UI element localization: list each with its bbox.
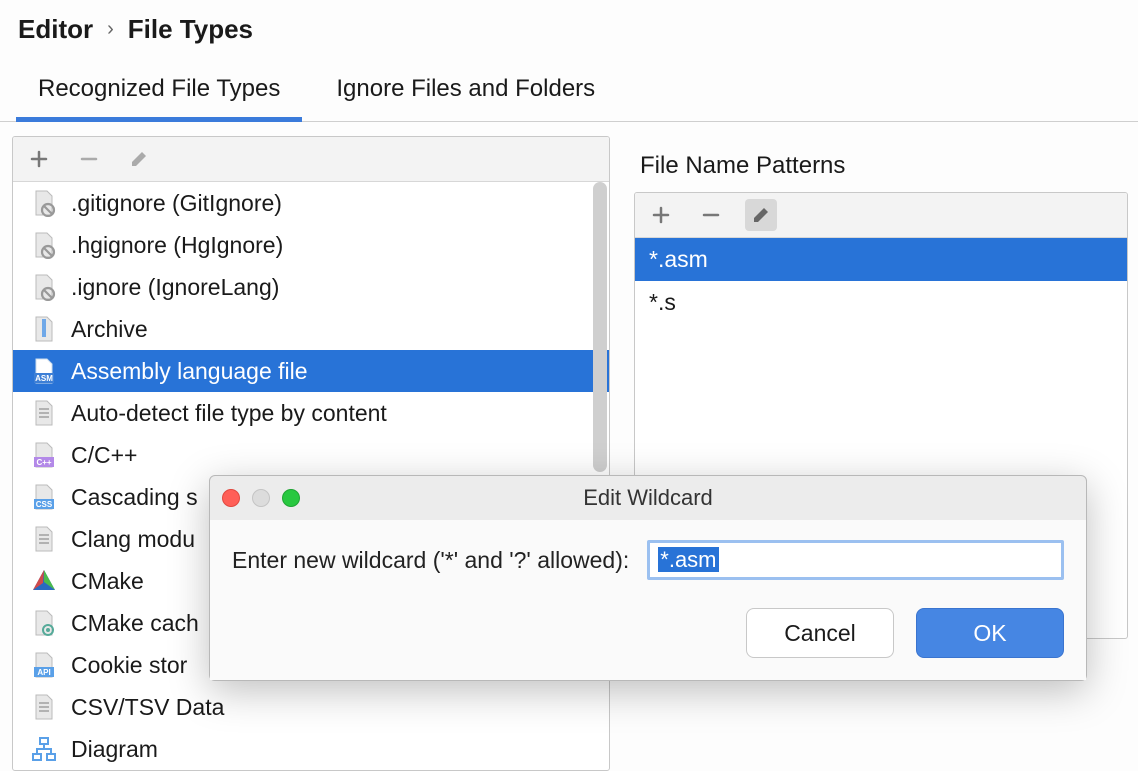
breadcrumb-parent[interactable]: Editor <box>18 14 93 45</box>
svg-text:ASM: ASM <box>35 374 53 383</box>
file-type-label: Clang modu <box>71 526 195 553</box>
file-type-item[interactable]: .gitignore (GitIgnore) <box>13 182 609 224</box>
file-blocked-icon <box>29 188 59 218</box>
maximize-window-button[interactable] <box>282 489 300 507</box>
file-type-item[interactable]: C++ C/C++ <box>13 434 609 476</box>
cpp-icon: C++ <box>29 440 59 470</box>
pencil-icon <box>128 148 150 170</box>
minimize-window-button[interactable] <box>252 489 270 507</box>
file-type-item[interactable]: CSV/TSV Data <box>13 686 609 728</box>
file-type-label: CMake <box>71 568 144 595</box>
file-type-item[interactable]: ASM Assembly language file <box>13 350 609 392</box>
file-type-label: C/C++ <box>71 442 137 469</box>
plus-icon <box>651 205 671 225</box>
css-icon: CSS <box>29 482 59 512</box>
wildcard-input-wrap[interactable]: *.asm <box>647 540 1064 580</box>
pattern-item[interactable]: *.asm <box>635 238 1127 281</box>
patterns-title: File Name Patterns <box>634 136 1128 192</box>
breadcrumb: Editor › File Types <box>0 0 1138 61</box>
add-pattern-button[interactable] <box>645 199 677 231</box>
file-type-label: CSV/TSV Data <box>71 694 224 721</box>
diagram-icon <box>29 734 59 764</box>
cancel-button[interactable]: Cancel <box>746 608 894 658</box>
api-icon: API <box>29 650 59 680</box>
dialog-titlebar[interactable]: Edit Wildcard <box>210 476 1086 520</box>
archive-icon <box>29 314 59 344</box>
svg-text:CSS: CSS <box>36 500 53 509</box>
file-type-label: Diagram <box>71 736 158 763</box>
window-controls <box>222 489 300 507</box>
file-type-label: .gitignore (GitIgnore) <box>71 190 282 217</box>
breadcrumb-current: File Types <box>128 14 253 45</box>
file-type-label: Assembly language file <box>71 358 308 385</box>
file-text-icon <box>29 398 59 428</box>
add-file-type-button[interactable] <box>23 143 55 175</box>
close-window-button[interactable] <box>222 489 240 507</box>
file-text-icon <box>29 692 59 722</box>
file-type-label: Auto-detect file type by content <box>71 400 387 427</box>
file-type-item[interactable]: Archive <box>13 308 609 350</box>
file-type-label: .ignore (IgnoreLang) <box>71 274 279 301</box>
minus-icon <box>79 149 99 169</box>
file-type-label: Archive <box>71 316 148 343</box>
wildcard-input[interactable]: *.asm <box>658 547 718 572</box>
dialog-title: Edit Wildcard <box>210 485 1086 511</box>
file-blocked-icon <box>29 272 59 302</box>
tab-recognized-file-types[interactable]: Recognized File Types <box>30 61 288 121</box>
dialog-body: Enter new wildcard ('*' and '?' allowed)… <box>210 520 1086 680</box>
file-type-item[interactable]: Auto-detect file type by content <box>13 392 609 434</box>
file-type-label: Cookie stor <box>71 652 187 679</box>
file-text-icon <box>29 524 59 554</box>
file-type-item[interactable]: .hgignore (HgIgnore) <box>13 224 609 266</box>
asm-icon: ASM <box>29 356 59 386</box>
tab-ignore-files-and-folders[interactable]: Ignore Files and Folders <box>328 61 603 121</box>
svg-text:C++: C++ <box>36 458 51 467</box>
file-type-item[interactable]: Diagram <box>13 728 609 770</box>
edit-file-type-button[interactable] <box>123 143 155 175</box>
edit-wildcard-dialog: Edit Wildcard Enter new wildcard ('*' an… <box>209 475 1087 681</box>
chevron-right-icon: › <box>107 18 114 41</box>
pencil-icon <box>750 204 772 226</box>
plus-icon <box>29 149 49 169</box>
cmake-gear-icon <box>29 608 59 638</box>
pattern-item[interactable]: *.s <box>635 281 1127 324</box>
file-blocked-icon <box>29 230 59 260</box>
dialog-prompt-label: Enter new wildcard ('*' and '?' allowed)… <box>232 547 629 574</box>
cmake-icon <box>29 566 59 596</box>
remove-file-type-button[interactable] <box>73 143 105 175</box>
file-type-item[interactable]: .ignore (IgnoreLang) <box>13 266 609 308</box>
file-type-label: .hgignore (HgIgnore) <box>71 232 283 259</box>
file-type-label: CMake cach <box>71 610 199 637</box>
ok-button[interactable]: OK <box>916 608 1064 658</box>
scrollbar-thumb[interactable] <box>593 182 607 472</box>
file-types-toolbar <box>13 137 609 182</box>
edit-pattern-button[interactable] <box>745 199 777 231</box>
file-type-label: Cascading s <box>71 484 198 511</box>
minus-icon <box>701 205 721 225</box>
remove-pattern-button[interactable] <box>695 199 727 231</box>
tabs: Recognized File Types Ignore Files and F… <box>0 61 1138 122</box>
svg-text:API: API <box>37 668 50 677</box>
patterns-toolbar <box>635 193 1127 238</box>
